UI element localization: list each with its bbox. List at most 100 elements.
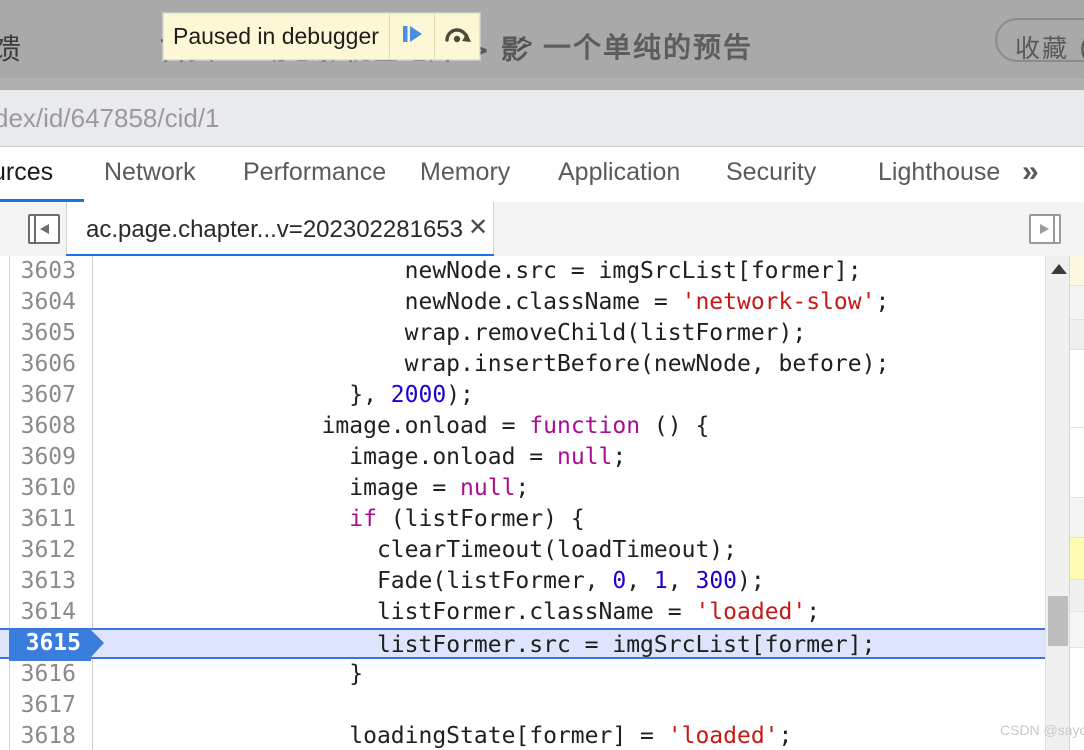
- breadcrumb-separator-icon: >: [518, 30, 533, 58]
- code-text[interactable]: image.onload = function () {: [100, 411, 710, 442]
- code-text[interactable]: listFormer.className = 'loaded';: [100, 597, 820, 628]
- tab-application[interactable]: Application: [558, 158, 680, 187]
- code-line[interactable]: 3608 image.onload = function () {: [0, 411, 1045, 442]
- debugger-sidebar-row[interactable]: [1070, 320, 1084, 350]
- code-text[interactable]: wrap.insertBefore(newNode, before);: [100, 349, 890, 380]
- code-token: listFormer.className =: [376, 599, 696, 625]
- source-code-editor[interactable]: 3603 newNode.src = imgSrcList[former]; 36…: [0, 256, 1084, 750]
- code-text[interactable]: newNode.className = 'network-slow';: [100, 287, 890, 318]
- code-text[interactable]: }, 2000);: [100, 380, 474, 411]
- debugger-sidebar-row[interactable]: [1070, 256, 1084, 286]
- line-number[interactable]: 3614: [10, 597, 84, 628]
- line-number[interactable]: 3604: [10, 287, 84, 318]
- collapse-navigator-icon[interactable]: [28, 214, 60, 244]
- screenshot-root: 馈 首页 > 动态影视基地片 > 影 > 一个单纯的预告 收藏 ( Paused…: [0, 0, 1084, 750]
- resume-script-icon: [399, 21, 425, 52]
- code-line[interactable]: 3605 wrap.removeChild(listFormer);: [0, 318, 1045, 349]
- code-text[interactable]: clearTimeout(loadTimeout);: [100, 535, 737, 566]
- line-number[interactable]: 3617: [10, 690, 84, 721]
- code-token: wrap.insertBefore(newNode, before);: [404, 351, 890, 377]
- code-line-executing[interactable]: 3615 listFormer.src = imgSrcList[former]…: [0, 628, 1045, 661]
- code-line[interactable]: 3603 newNode.src = imgSrcList[former];: [0, 256, 1045, 287]
- code-line[interactable]: 3613 Fade(listFormer, 0, 1, 300);: [0, 566, 1045, 597]
- code-token-kw: function: [529, 413, 641, 439]
- code-line[interactable]: 3610 image = null;: [0, 473, 1045, 504]
- code-text[interactable]: loadingState[former] = 'loaded';: [100, 721, 792, 750]
- code-token: ;: [515, 475, 530, 501]
- file-tab-close-icon[interactable]: ✕: [468, 216, 488, 240]
- code-text[interactable]: newNode.src = imgSrcList[former];: [100, 256, 862, 287]
- debugger-sidebar-row[interactable]: [1070, 286, 1084, 320]
- line-number[interactable]: 3611: [10, 504, 84, 535]
- code-line[interactable]: 3611 if (listFormer) {: [0, 504, 1045, 535]
- code-text[interactable]: Fade(listFormer, 0, 1, 300);: [100, 566, 765, 597]
- tab-memory[interactable]: Memory: [420, 158, 510, 187]
- code-line[interactable]: 3607 }, 2000);: [0, 380, 1045, 411]
- code-line[interactable]: 3614 listFormer.className = 'loaded';: [0, 597, 1045, 628]
- code-token: ;: [875, 289, 890, 315]
- line-number[interactable]: 3603: [10, 256, 84, 287]
- line-number[interactable]: 3610: [10, 473, 84, 504]
- code-line[interactable]: 3606 wrap.insertBefore(newNode, before);: [0, 349, 1045, 380]
- code-token-num: 300: [695, 568, 738, 594]
- code-token: clearTimeout(loadTimeout);: [376, 537, 737, 563]
- editor-vertical-scrollbar[interactable]: [1045, 256, 1069, 750]
- code-text[interactable]: if (listFormer) {: [100, 504, 584, 535]
- tab-performance[interactable]: Performance: [243, 158, 386, 187]
- code-token: image.onload =: [321, 413, 530, 439]
- code-line[interactable]: 3618 loadingState[former] = 'loaded';: [0, 721, 1045, 750]
- scroll-up-arrow-icon[interactable]: [1051, 264, 1067, 274]
- code-line[interactable]: 3617: [0, 690, 1045, 721]
- step-over-button[interactable]: [435, 14, 479, 59]
- expand-sidebar-icon[interactable]: [1029, 214, 1061, 244]
- devtools-tabbar: urces Network Performance Memory Applica…: [0, 147, 1084, 203]
- debugger-sidebar-row[interactable]: [1070, 580, 1084, 612]
- resume-script-button[interactable]: [390, 14, 435, 59]
- tab-sources[interactable]: urces: [0, 158, 53, 187]
- code-token-str: 'network-slow': [681, 289, 876, 315]
- code-token-str: 'loaded': [695, 599, 807, 625]
- line-number[interactable]: 3618: [10, 721, 84, 750]
- code-line[interactable]: 3612 clearTimeout(loadTimeout);: [0, 535, 1045, 566]
- line-number[interactable]: 3615: [9, 630, 91, 661]
- line-number[interactable]: 3605: [10, 318, 84, 349]
- url-text[interactable]: dex/id/647858/cid/1: [0, 103, 220, 134]
- more-tabs-icon[interactable]: »: [1022, 155, 1039, 189]
- debugger-sidebar-row[interactable]: [1070, 428, 1084, 498]
- tab-network[interactable]: Network: [104, 158, 196, 187]
- tab-lighthouse[interactable]: Lighthouse: [878, 158, 1000, 187]
- line-number[interactable]: 3606: [10, 349, 84, 380]
- line-number[interactable]: 3608: [10, 411, 84, 442]
- debugger-sidebar-row[interactable]: [1070, 498, 1084, 538]
- code-token: () {: [640, 413, 710, 439]
- debugger-sidebar-row[interactable]: [1070, 350, 1084, 428]
- code-token: ;: [806, 599, 821, 625]
- nav-feedback-link[interactable]: 馈: [0, 26, 22, 68]
- code-token-kw: if: [349, 506, 377, 532]
- code-lines[interactable]: 3603 newNode.src = imgSrcList[former]; 36…: [0, 256, 1045, 750]
- code-text[interactable]: image.onload = null;: [100, 442, 626, 473]
- scrollbar-thumb[interactable]: [1048, 596, 1068, 646]
- tab-security[interactable]: Security: [726, 158, 816, 187]
- code-text[interactable]: }: [100, 659, 363, 690]
- code-line[interactable]: 3616 }: [0, 659, 1045, 690]
- file-tab-label: ac.page.chapter...v=202302281653: [86, 216, 463, 243]
- favorite-button-label: 收藏 (: [1015, 34, 1084, 63]
- paused-in-debugger-overlay: Paused in debugger: [163, 13, 480, 60]
- code-text[interactable]: wrap.removeChild(listFormer);: [100, 318, 807, 349]
- code-text[interactable]: image = null;: [100, 473, 529, 504]
- line-number[interactable]: 3616: [10, 659, 84, 690]
- debugger-sidebar-row[interactable]: [1070, 612, 1084, 648]
- code-token: wrap.removeChild(listFormer);: [404, 320, 807, 346]
- line-number[interactable]: 3609: [10, 442, 84, 473]
- line-number[interactable]: 3613: [10, 566, 84, 597]
- debugger-sidebar-row[interactable]: [1070, 538, 1084, 580]
- code-line[interactable]: 3609 image.onload = null;: [0, 442, 1045, 473]
- line-number[interactable]: 3612: [10, 535, 84, 566]
- code-text[interactable]: listFormer.src = imgSrcList[former];: [100, 630, 876, 661]
- code-token-kw: null: [460, 475, 516, 501]
- code-line[interactable]: 3604 newNode.className = 'network-slow';: [0, 287, 1045, 318]
- code-token: listFormer.src = imgSrcList[former];: [376, 632, 876, 658]
- line-number[interactable]: 3607: [10, 380, 84, 411]
- debugger-sidebar[interactable]: [1069, 256, 1084, 750]
